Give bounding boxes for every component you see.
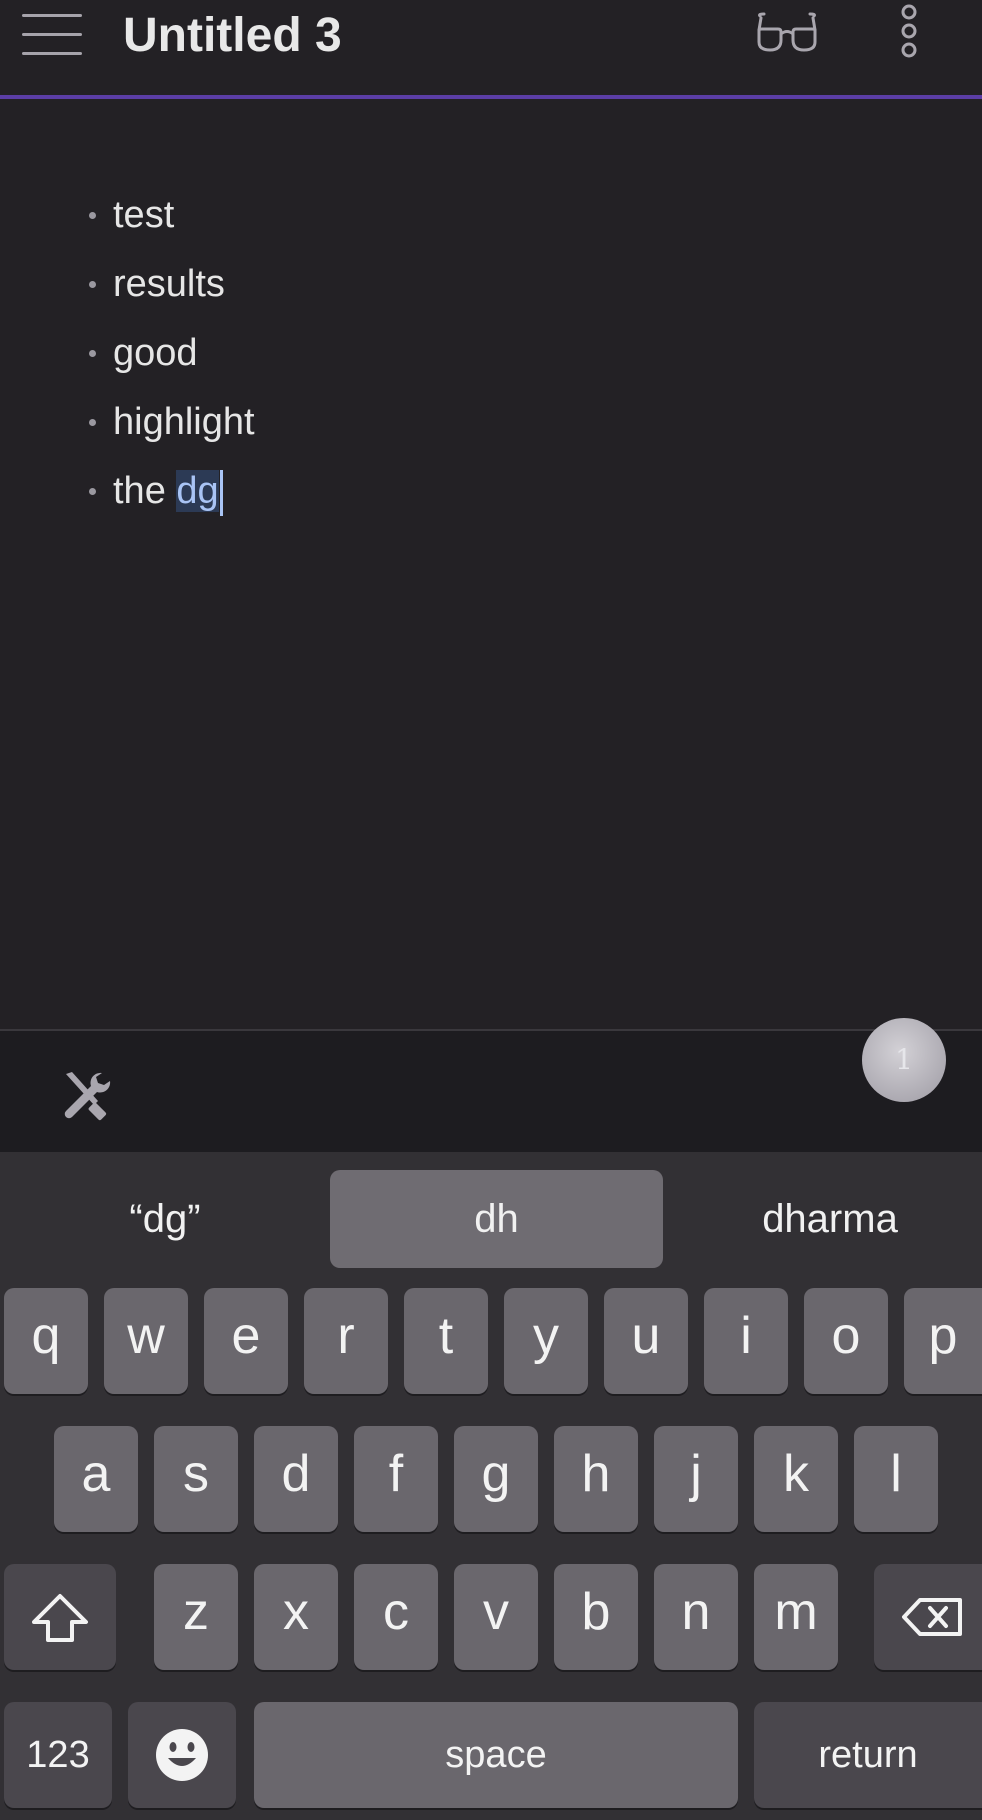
backspace-key[interactable] xyxy=(874,1564,982,1670)
selected-text[interactable]: dg xyxy=(176,470,219,512)
list-item[interactable]: results xyxy=(85,250,255,319)
key-y[interactable]: y xyxy=(504,1288,588,1394)
bullet-icon xyxy=(89,212,96,219)
key-p[interactable]: p xyxy=(904,1288,982,1394)
suggestion-primary[interactable]: dh xyxy=(330,1170,663,1268)
key-t[interactable]: t xyxy=(404,1288,488,1394)
suggestion-literal[interactable]: “dg” xyxy=(40,1170,290,1268)
key-w[interactable]: w xyxy=(104,1288,188,1394)
tools-wrench-screwdriver-icon[interactable] xyxy=(58,1069,112,1123)
list-item[interactable]: test xyxy=(85,181,255,250)
key-c[interactable]: c xyxy=(354,1564,438,1670)
backspace-icon xyxy=(902,1598,962,1636)
space-key[interactable]: space xyxy=(254,1702,738,1808)
key-x[interactable]: x xyxy=(254,1564,338,1670)
key-j[interactable]: j xyxy=(654,1426,738,1532)
key-z[interactable]: z xyxy=(154,1564,238,1670)
bullet-list: test results good highlight the dg xyxy=(85,181,255,526)
editor-toolbar xyxy=(0,1029,982,1154)
emoji-smiley-icon xyxy=(156,1729,208,1781)
key-l[interactable]: l xyxy=(854,1426,938,1532)
key-i[interactable]: i xyxy=(704,1288,788,1394)
page-title: Untitled 3 xyxy=(123,9,342,62)
key-v[interactable]: v xyxy=(454,1564,538,1670)
key-m[interactable]: m xyxy=(754,1564,838,1670)
list-item-active[interactable]: the dg xyxy=(85,457,255,526)
key-n[interactable]: n xyxy=(654,1564,738,1670)
key-q[interactable]: q xyxy=(4,1288,88,1394)
emoji-key[interactable] xyxy=(128,1702,236,1808)
shift-key[interactable] xyxy=(4,1564,116,1670)
bullet-icon xyxy=(89,488,96,495)
key-f[interactable]: f xyxy=(354,1426,438,1532)
more-options-icon[interactable] xyxy=(894,0,924,62)
key-e[interactable]: e xyxy=(204,1288,288,1394)
key-k[interactable]: k xyxy=(754,1426,838,1532)
key-o[interactable]: o xyxy=(804,1288,888,1394)
hamburger-menu-icon[interactable] xyxy=(22,14,82,56)
key-d[interactable]: d xyxy=(254,1426,338,1532)
shift-arrow-icon xyxy=(32,1594,88,1642)
app-header: Untitled 3 xyxy=(0,0,982,99)
onscreen-keyboard: “dg” dh dharma q w e r t y u i o p a s d… xyxy=(0,1152,982,1820)
key-b[interactable]: b xyxy=(554,1564,638,1670)
badge-count[interactable]: 1 xyxy=(862,1018,946,1102)
return-key[interactable]: return xyxy=(754,1702,982,1808)
bullet-icon xyxy=(89,419,96,426)
bullet-icon xyxy=(89,281,96,288)
text-cursor xyxy=(219,469,223,516)
key-h[interactable]: h xyxy=(554,1426,638,1532)
numbers-key[interactable]: 123 xyxy=(4,1702,112,1808)
reading-mode-glasses-icon[interactable] xyxy=(756,10,818,54)
key-u[interactable]: u xyxy=(604,1288,688,1394)
list-item[interactable]: good xyxy=(85,319,255,388)
key-a[interactable]: a xyxy=(54,1426,138,1532)
editor-area[interactable]: test results good highlight the dg xyxy=(0,99,982,1029)
bullet-icon xyxy=(89,350,96,357)
key-r[interactable]: r xyxy=(304,1288,388,1394)
suggestion-alternate[interactable]: dharma xyxy=(700,1170,960,1268)
key-g[interactable]: g xyxy=(454,1426,538,1532)
key-s[interactable]: s xyxy=(154,1426,238,1532)
list-item[interactable]: highlight xyxy=(85,388,255,457)
